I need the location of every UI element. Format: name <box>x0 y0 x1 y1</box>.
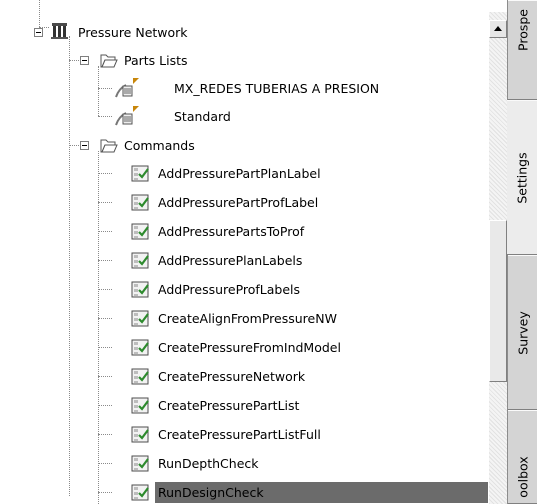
tree-line-h <box>98 347 112 348</box>
command-icon <box>131 223 149 240</box>
tree-node-label: CreatePressurePartList <box>158 398 300 413</box>
toolspace-panel: Pressure Network Parts Lists MX_REDES TU… <box>0 0 489 504</box>
tree-node-command[interactable]: AddPressurePartsToProf <box>0 217 489 246</box>
tree-node-label: Pressure Network <box>78 25 188 40</box>
tab-toolbox[interactable]: oolbox <box>508 410 537 504</box>
tab-prospector[interactable]: Prospe <box>508 0 537 100</box>
pressure-network-icon <box>51 23 68 39</box>
tree-node-label: MX_REDES TUBERIAS A PRESION <box>174 81 380 96</box>
tree-line-h <box>98 405 112 406</box>
command-icon <box>131 194 149 211</box>
tree-line-h <box>98 463 112 464</box>
tree-node-label: CreatePressurePartListFull <box>158 427 321 442</box>
tree-line-h <box>98 116 112 117</box>
tree-node-parts-list-item[interactable]: MX_REDES TUBERIAS A PRESION <box>0 74 489 103</box>
scrollbar-thumb[interactable] <box>489 220 507 382</box>
tree-line-h <box>98 260 112 261</box>
tree-node-label: Parts Lists <box>124 53 188 68</box>
tree-line-h <box>98 231 112 232</box>
side-tabs: Prospe Settings Survey oolbox <box>507 0 537 504</box>
tree-line-h <box>98 434 112 435</box>
tree-line-h <box>98 318 112 319</box>
parts-list-icon <box>115 78 139 98</box>
tree-node-label: AddPressureProfLabels <box>158 282 301 297</box>
vertical-scrollbar[interactable] <box>489 12 507 504</box>
command-icon <box>131 368 149 385</box>
tab-label: oolbox <box>515 456 530 498</box>
settings-tree: Pressure Network Parts Lists MX_REDES TU… <box>0 0 489 504</box>
tree-node-command[interactable]: AddPressureProfLabels <box>0 275 489 304</box>
tree-node-label: Commands <box>124 138 195 153</box>
tree-line-h <box>98 492 112 493</box>
tab-label: Survey <box>515 310 530 355</box>
parts-list-icon <box>115 106 139 126</box>
collapse-toggle[interactable] <box>34 28 43 37</box>
command-icon <box>131 310 149 327</box>
collapse-toggle[interactable] <box>80 56 89 65</box>
tree-line-h <box>98 173 112 174</box>
tab-survey[interactable]: Survey <box>508 255 537 410</box>
command-icon <box>131 281 149 298</box>
tree-node-label: AddPressurePlanLabels <box>158 253 303 268</box>
folder-open-icon <box>100 139 118 153</box>
tree-node-command[interactable]: AddPressurePartProfLabel <box>0 188 489 217</box>
collapse-toggle[interactable] <box>80 141 89 150</box>
tree-node-label: CreatePressureNetwork <box>158 369 306 384</box>
tree-node-command[interactable]: CreatePressureNetwork <box>0 362 489 391</box>
command-icon <box>131 165 149 182</box>
tree-line-h <box>98 88 112 89</box>
command-icon <box>131 484 149 501</box>
tree-node-label: AddPressurePartProfLabel <box>158 195 319 210</box>
tree-node-command[interactable]: AddPressurePartPlanLabel <box>0 159 489 188</box>
tab-settings[interactable]: Settings <box>507 100 537 255</box>
tree-node-commands[interactable]: Commands <box>0 131 489 160</box>
tree-node-command[interactable]: RunDesignCheck <box>0 478 489 504</box>
tree-node-command[interactable]: AddPressurePlanLabels <box>0 246 489 275</box>
command-icon <box>131 397 149 414</box>
tree-node-label: Standard <box>174 109 231 124</box>
tree-node-command[interactable]: RunDepthCheck <box>0 449 489 478</box>
command-icon <box>131 426 149 443</box>
tree-node-parts-list-item[interactable]: Standard <box>0 102 489 131</box>
tree-line-h <box>98 289 112 290</box>
command-icon <box>131 339 149 356</box>
tree-node-command[interactable]: CreatePressurePartList <box>0 391 489 420</box>
tree-node-label: RunDesignCheck <box>155 482 488 503</box>
scroll-up-button[interactable] <box>489 20 507 38</box>
tree-line-h <box>98 376 112 377</box>
tree-node-command[interactable]: CreateAlignFromPressureNW <box>0 304 489 333</box>
tree-node-label: RunDepthCheck <box>158 456 259 471</box>
tree-node-label: AddPressurePartPlanLabel <box>158 166 321 181</box>
folder-open-icon <box>100 54 118 68</box>
tree-node-label: CreatePressureFromIndModel <box>158 340 341 355</box>
tree-node-parts-lists[interactable]: Parts Lists <box>0 46 489 75</box>
command-icon <box>131 455 149 472</box>
tree-node-label: CreateAlignFromPressureNW <box>158 311 337 326</box>
tree-node-command[interactable]: CreatePressurePartListFull <box>0 420 489 449</box>
tree-line-h <box>98 202 112 203</box>
tree-node-label: AddPressurePartsToProf <box>158 224 305 239</box>
tree-node-pressure-network[interactable]: Pressure Network <box>0 18 489 47</box>
tree-node-command[interactable]: CreatePressureFromIndModel <box>0 333 489 362</box>
tab-label: Prospe <box>515 9 530 52</box>
command-icon <box>131 252 149 269</box>
tab-label: Settings <box>514 151 530 204</box>
